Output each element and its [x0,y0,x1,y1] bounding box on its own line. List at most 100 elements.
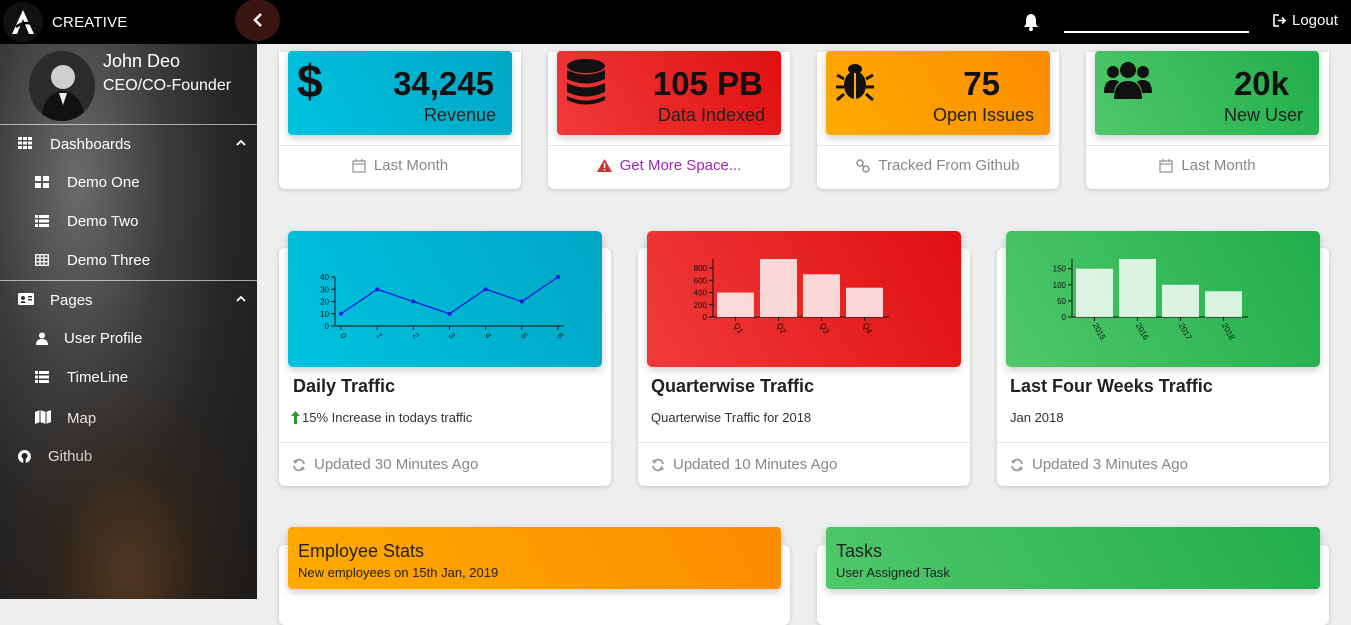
x-tick-label: 2015 [1091,322,1108,342]
chart-header-daily-traffic: 0 10 20 30 40 0 1 2 3 4 5 6 [288,231,602,367]
user-profile-panel: John Deo CEO/CO-Founder [0,44,257,124]
x-tick-label: 5 [519,332,529,341]
sidebar-item-demo-two[interactable]: Demo Two [0,202,257,241]
data-point [375,287,380,292]
y-tick-label: 600 [694,276,708,285]
chart-header-quarterwise-traffic: 0 200 400 600 800 Q1 Q2 Q3 Q4 [647,231,961,367]
link-icon [856,158,871,173]
y-tick-label: 150 [1053,265,1067,274]
x-tick-label: 0 [338,332,348,341]
sidebar-item-timeline[interactable]: TimeLine [0,358,257,397]
card-title: Employee Stats [298,541,425,561]
stat-header-data-indexed: 105 PB Data Indexed [557,51,781,135]
stat-value: 34,245 [393,65,494,102]
arrow-up-icon [291,411,300,424]
logout-button[interactable]: Logout [1273,12,1338,29]
sidebar-item-dashboards[interactable]: Dashboards [0,125,257,163]
database-icon [567,59,605,105]
stat-value: 75 [963,65,1000,102]
x-tick-label: 2018 [1220,322,1237,342]
map-icon [35,410,51,424]
x-tick-label: 1 [374,332,384,341]
x-tick-label: 3 [447,332,457,341]
bar [1076,268,1113,317]
search-input[interactable] [1064,31,1249,33]
card-title: Tasks [836,541,883,561]
data-point [447,311,452,316]
chart-footer: Updated 10 Minutes Ago [651,456,837,473]
dollar-icon: $ [297,59,323,105]
stat-value: 105 PB [652,65,763,102]
tasks-header: Tasks User Assigned Task [826,527,1320,589]
bar [760,259,797,317]
bar [1119,259,1156,317]
sidebar-item-github[interactable]: Github [0,437,257,476]
bell-icon[interactable] [1023,13,1039,31]
list-icon [35,215,49,227]
stat-label: Revenue [423,105,496,125]
sidebar-item-label: Demo One [67,174,140,191]
bug-icon [836,64,874,102]
github-icon [18,450,31,463]
stat-header-new-user: 20k New User [1095,51,1319,135]
divider [817,145,1059,146]
stat-value: 20k [1233,65,1289,102]
card-subtitle: User Assigned Task [836,565,950,580]
sidebar-item-demo-one[interactable]: Demo One [0,163,257,202]
y-tick-label: 50 [1057,297,1066,306]
avatar[interactable] [29,51,95,121]
get-more-space-link[interactable]: Get More Space... [620,157,742,174]
profile-name: John Deo [103,51,181,71]
stat-footer-text: Last Month [373,157,449,174]
chart-footer: Updated 30 Minutes Ago [292,456,478,473]
logout-icon [1273,14,1287,27]
sidebar-item-label: Demo Three [67,252,151,269]
divider [638,442,970,443]
sidebar-item-label: Github [48,448,93,465]
series-line [340,276,559,315]
sidebar-item-label: Demo Two [67,213,139,230]
chart-title: Quarterwise Traffic [651,376,815,396]
sidebar-item-label: TimeLine [67,369,129,386]
daily-traffic-line-chart: 0 10 20 30 40 0 1 2 3 4 5 6 [320,273,565,341]
brand[interactable]: CREATIVE [0,0,128,44]
y-tick-label: 0 [325,322,330,331]
sidebar-item-label: Map [67,410,97,427]
data-point [411,299,416,304]
sidebar-item-pages[interactable]: Pages [0,281,257,319]
x-tick-label: 2017 [1177,322,1194,342]
sidebar-toggle-button[interactable] [235,0,280,41]
stat-footer-text: Last Month [1181,157,1256,174]
bar [1162,284,1199,317]
dashboard-icon [35,176,49,188]
chart-footer-text: Updated 3 Minutes Ago [1032,456,1188,473]
stat-footer: Last Month [1086,157,1329,174]
refresh-icon [293,458,305,471]
card-subtitle: New employees on 15th Jan, 2019 [298,565,499,580]
sidebar-item-map[interactable]: Map [0,397,257,437]
stat-footer: Last Month [279,157,521,174]
chevron-up-icon [236,139,246,146]
sidebar-item-demo-three[interactable]: Demo Three [0,241,257,280]
brand-name: CREATIVE [52,13,128,31]
grid-icon [18,137,32,149]
bar [717,292,754,317]
x-tick-label: 2016 [1134,322,1151,342]
x-tick-label: Q2 [775,322,788,336]
y-tick-label: 20 [320,298,329,307]
sidebar-item-label: Pages [50,291,93,309]
x-tick-label: Q4 [861,322,874,336]
stat-header-revenue: $ 34,245 Revenue [288,51,512,135]
stat-header-open-issues: 75 Open Issues [826,51,1050,135]
chart-footer-text: Updated 10 Minutes Ago [673,456,838,473]
y-tick-label: 40 [320,273,329,282]
top-navbar: CREATIVE Logout [0,0,1351,44]
stat-footer[interactable]: Get More Space... [548,157,790,174]
sidebar-item-user-profile[interactable]: User Profile [0,319,257,358]
bar [803,274,840,317]
divider [1086,145,1329,146]
x-tick-label: 4 [483,332,493,341]
employee-stats-header: Employee Stats New employees on 15th Jan… [288,527,781,589]
chart-footer-text: Updated 30 Minutes Ago [314,456,479,473]
x-tick-label: 6 [555,332,565,341]
